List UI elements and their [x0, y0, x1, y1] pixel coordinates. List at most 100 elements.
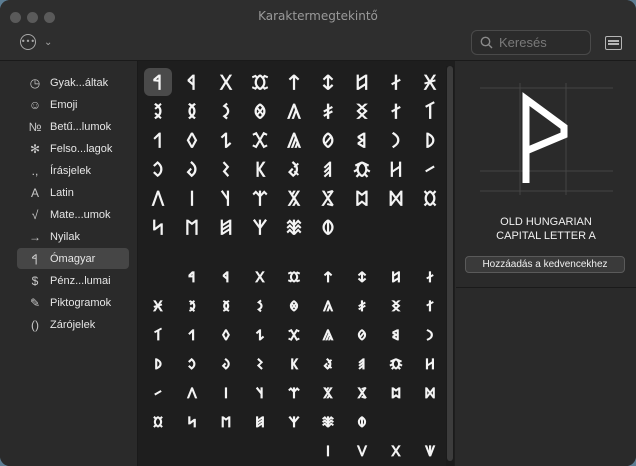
- character-cell[interactable]: 𐲡: [348, 155, 376, 183]
- character-cell[interactable]: 𐳢: [416, 350, 444, 378]
- character-cell[interactable]: 𐳲: [348, 408, 376, 436]
- character-cell[interactable]: 𐲥: [178, 184, 206, 212]
- character-cell[interactable]: 𐲯: [212, 213, 240, 241]
- character-cell[interactable]: 𐳦: [246, 379, 274, 407]
- character-cell[interactable]: 𐳑: [144, 321, 172, 349]
- character-cell[interactable]: 𐲕: [246, 126, 274, 154]
- character-cell[interactable]: 𐲧: [246, 184, 274, 212]
- character-cell[interactable]: 𐳂: [246, 263, 274, 291]
- character-cell[interactable]: 𐲛: [144, 155, 172, 183]
- sidebar-item-clock[interactable]: ◷ Gyak...áltak: [17, 72, 129, 93]
- character-cell[interactable]: 𐳚: [144, 350, 172, 378]
- character-cell[interactable]: 𐲱: [280, 213, 308, 241]
- character-cell[interactable]: 𐳩: [348, 379, 376, 407]
- character-cell[interactable]: 𐳋: [246, 292, 274, 320]
- character-cell[interactable]: 𐳁: [212, 263, 240, 291]
- character-cell[interactable]: 𐳽: [416, 437, 444, 465]
- character-cell[interactable]: 𐳌: [280, 292, 308, 320]
- character-cell[interactable]: 𐲟: [280, 155, 308, 183]
- character-cell[interactable]: 𐲫: [382, 184, 410, 212]
- action-menu-button[interactable]: ••• ⌄: [20, 34, 52, 50]
- character-cell[interactable]: 𐲨: [280, 184, 308, 212]
- character-cell[interactable]: 𐲆: [348, 68, 376, 96]
- character-cell[interactable]: 𐲖: [280, 126, 308, 154]
- character-cell[interactable]: 𐲰: [246, 213, 274, 241]
- character-cell[interactable]: 𐲣: [416, 155, 444, 183]
- character-cell[interactable]: 𐲭: [144, 213, 172, 241]
- character-cell[interactable]: 𐲬: [416, 184, 444, 212]
- character-cell[interactable]: 𐲜: [178, 155, 206, 183]
- character-cell[interactable]: 𐲊: [178, 97, 206, 125]
- character-cell[interactable]: 𐳺: [314, 437, 342, 465]
- character-cell[interactable]: 𐳗: [348, 321, 376, 349]
- character-cell[interactable]: 𐲒: [144, 126, 172, 154]
- character-cell[interactable]: 𐳠: [348, 350, 376, 378]
- character-cell[interactable]: 𐲀: [144, 68, 172, 96]
- sidebar-item-old-hungarian[interactable]: 𐲀 Ómagyar: [17, 248, 129, 269]
- character-cell[interactable]: 𐳭: [178, 408, 206, 436]
- grid-scrollbar[interactable]: [446, 66, 454, 466]
- character-cell[interactable]: 𐲇: [382, 68, 410, 96]
- character-cell[interactable]: 𐲝: [212, 155, 240, 183]
- character-cell[interactable]: 𐲑: [416, 97, 444, 125]
- character-cell[interactable]: 𐳙: [416, 321, 444, 349]
- character-cell[interactable]: 𐳤: [178, 379, 206, 407]
- character-cell[interactable]: 𐲋: [212, 97, 240, 125]
- character-cell[interactable]: 𐲅: [314, 68, 342, 96]
- character-cell[interactable]: 𐲦: [212, 184, 240, 212]
- character-cell[interactable]: 𐲲: [314, 213, 342, 241]
- character-cell[interactable]: 𐳡: [382, 350, 410, 378]
- character-cell[interactable]: 𐲘: [348, 126, 376, 154]
- sidebar-item-parentheses[interactable]: () Zárójelek: [17, 314, 129, 335]
- character-cell[interactable]: 𐲓: [178, 126, 206, 154]
- character-cell[interactable]: 𐳅: [348, 263, 376, 291]
- character-cell[interactable]: 𐳨: [314, 379, 342, 407]
- character-cell[interactable]: 𐳕: [280, 321, 308, 349]
- sidebar-item-asterisk[interactable]: ✻ Felso...lagok: [17, 138, 129, 159]
- character-cell[interactable]: 𐲃: [246, 68, 274, 96]
- character-cell[interactable]: 𐳒: [178, 321, 206, 349]
- character-cell[interactable]: 𐳐: [416, 292, 444, 320]
- character-cell[interactable]: 𐲐: [382, 97, 410, 125]
- character-cell[interactable]: 𐳖: [314, 321, 342, 349]
- character-cell[interactable]: 𐳇: [416, 263, 444, 291]
- character-cell[interactable]: 𐳍: [314, 292, 342, 320]
- character-cell[interactable]: 𐳣: [144, 379, 172, 407]
- character-cell[interactable]: 𐳧: [280, 379, 308, 407]
- character-cell[interactable]: 𐳏: [382, 292, 410, 320]
- character-cell[interactable]: 𐳘: [382, 321, 410, 349]
- character-cell[interactable]: 𐳈: [144, 292, 172, 320]
- character-cell[interactable]: 𐲁: [178, 68, 206, 96]
- character-cell[interactable]: 𐳃: [280, 263, 308, 291]
- character-cell[interactable]: 𐳮: [212, 408, 240, 436]
- character-cell[interactable]: 𐲌: [246, 97, 274, 125]
- character-cell[interactable]: 𐲔: [212, 126, 240, 154]
- character-cell[interactable]: 𐲪: [348, 184, 376, 212]
- character-cell[interactable]: 𐲉: [144, 97, 172, 125]
- scrollbar-thumb[interactable]: [447, 66, 453, 461]
- character-cell[interactable]: 𐳼: [382, 437, 410, 465]
- character-cell[interactable]: 𐲢: [382, 155, 410, 183]
- sidebar-item-latin-a[interactable]: A Latin: [17, 182, 129, 203]
- sidebar-item-punctuation[interactable]: ., Írásjelek: [17, 160, 129, 181]
- character-cell[interactable]: 𐳜: [212, 350, 240, 378]
- character-cell[interactable]: 𐲄: [280, 68, 308, 96]
- character-cell[interactable]: 𐲎: [314, 97, 342, 125]
- character-cell[interactable]: 𐳻: [348, 437, 376, 465]
- character-cell[interactable]: 𐳀: [178, 263, 206, 291]
- character-cell[interactable]: 𐳉: [178, 292, 206, 320]
- character-cell[interactable]: 𐲈: [416, 68, 444, 96]
- character-cell[interactable]: 𐳞: [280, 350, 308, 378]
- character-cell[interactable]: 𐲚: [416, 126, 444, 154]
- character-cell[interactable]: 𐳫: [416, 379, 444, 407]
- character-cell[interactable]: 𐲏: [348, 97, 376, 125]
- character-cell[interactable]: 𐳎: [348, 292, 376, 320]
- character-cell[interactable]: 𐳓: [212, 321, 240, 349]
- character-cell[interactable]: 𐳯: [246, 408, 274, 436]
- character-cell[interactable]: 𐳱: [314, 408, 342, 436]
- character-cell[interactable]: 𐳄: [314, 263, 342, 291]
- sidebar-item-numero[interactable]: № Betű...lumok: [17, 116, 129, 137]
- character-cell[interactable]: 𐳛: [178, 350, 206, 378]
- toggle-panel-icon[interactable]: [605, 36, 622, 50]
- sidebar-item-dollar[interactable]: $ Pénz...lumai: [17, 270, 129, 291]
